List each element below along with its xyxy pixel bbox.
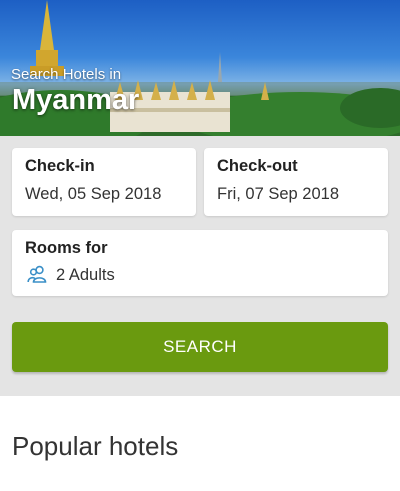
rooms-field[interactable]: Rooms for 2 Adults — [12, 230, 388, 296]
search-form: Check-in Wed, 05 Sep 2018 Check-out Fri,… — [0, 136, 400, 396]
search-button[interactable]: SEARCH — [12, 322, 388, 372]
checkin-value: Wed, 05 Sep 2018 — [25, 185, 162, 203]
rooms-label: Rooms for — [25, 239, 108, 257]
popular-hotels-heading: Popular hotels — [12, 431, 179, 461]
checkout-label: Check-out — [217, 157, 298, 175]
checkin-label: Check-in — [25, 157, 95, 175]
hero-subtitle: Search Hotels in — [11, 66, 122, 83]
hero-banner: Search Hotels in Myanmar — [0, 0, 400, 136]
checkout-value: Fri, 07 Sep 2018 — [217, 185, 339, 203]
checkin-field[interactable]: Check-in Wed, 05 Sep 2018 — [12, 148, 196, 216]
hero-title: Myanmar — [12, 84, 140, 116]
guests-icon — [27, 265, 47, 288]
checkout-field[interactable]: Check-out Fri, 07 Sep 2018 — [204, 148, 388, 216]
rooms-value: 2 Adults — [56, 266, 115, 284]
